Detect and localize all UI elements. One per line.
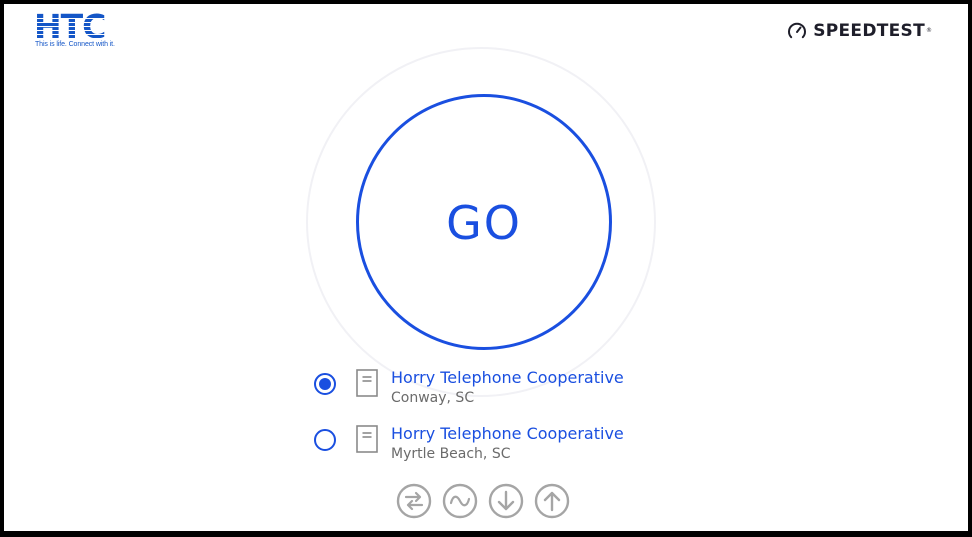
server-name: Horry Telephone Cooperative — [391, 368, 624, 387]
app-window: HTC This is life. Connect with it. SPEED… — [4, 4, 968, 531]
speedometer-icon — [788, 22, 807, 39]
metric-icons — [396, 483, 570, 519]
htc-logo: HTC This is life. Connect with it. — [34, 7, 124, 52]
ping-icon — [396, 483, 432, 519]
brand-trademark: ® — [926, 26, 932, 34]
go-button[interactable]: GO — [356, 94, 612, 350]
logo-mark: HTC — [34, 7, 106, 46]
brand-label: SPEEDTEST — [813, 21, 925, 41]
upload-icon — [534, 483, 570, 519]
server-location: Conway, SC — [391, 390, 475, 406]
server-document-icon — [356, 425, 378, 453]
go-label: GO — [446, 196, 522, 250]
server-radio[interactable] — [314, 429, 336, 451]
server-location: Myrtle Beach, SC — [391, 446, 511, 462]
server-option-conway[interactable]: Horry Telephone Cooperative Conway, SC — [314, 368, 624, 408]
speedtest-brand: SPEEDTEST ® — [787, 21, 932, 41]
server-option-myrtle-beach[interactable]: Horry Telephone Cooperative Myrtle Beach… — [314, 424, 624, 464]
server-text: Horry Telephone Cooperative Myrtle Beach… — [391, 424, 624, 464]
logo-tagline: This is life. Connect with it. — [35, 41, 115, 48]
server-text: Horry Telephone Cooperative Conway, SC — [391, 368, 624, 408]
server-document-icon — [356, 369, 378, 397]
server-name: Horry Telephone Cooperative — [391, 424, 624, 443]
server-radio-selected[interactable] — [314, 373, 336, 395]
jitter-icon — [442, 483, 478, 519]
download-icon — [488, 483, 524, 519]
